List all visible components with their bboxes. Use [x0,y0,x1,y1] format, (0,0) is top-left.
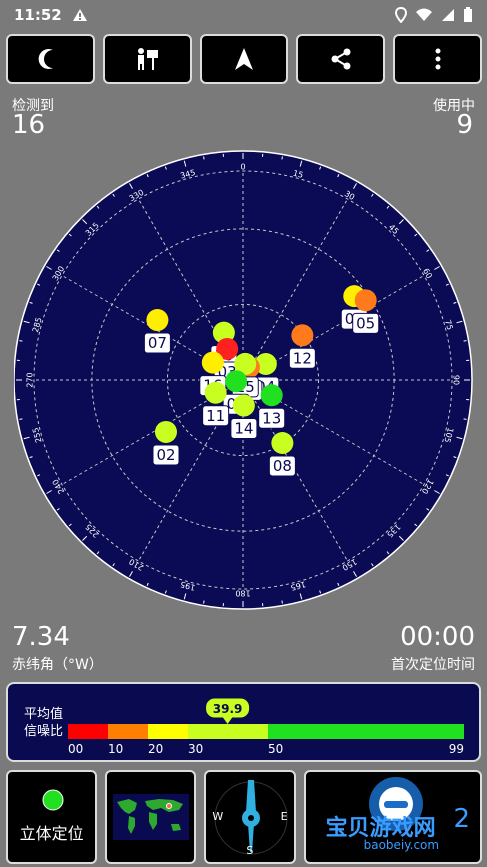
navigate-button[interactable] [199,34,289,84]
compass-west-label: W [212,810,224,823]
detected-value: 16 [12,110,46,140]
satellite-label: 07 [148,334,167,352]
used-value: 9 [456,110,473,140]
azimuth-label: 180 [235,589,250,598]
world-map-button[interactable] [105,770,197,864]
status-time: 11:52 [14,6,62,24]
azimuth-label: 270 [26,372,35,387]
satellite-dot [271,432,294,455]
azimuth-tick [281,156,283,160]
satellite-dot [260,384,283,407]
declination-value: 7.34 [12,622,70,652]
fix-status-icon [42,789,64,811]
person-sign-icon [138,48,159,70]
watermark-number: 2 [453,804,471,834]
snr-tick-label: 20 [148,742,163,756]
location-icon [395,7,407,23]
compass-button[interactable]: W E S [204,770,296,864]
satellite-label: 14 [234,420,253,438]
satellite-label: 13 [262,409,281,427]
azimuth-tick [19,340,23,342]
azimuth-label: 0 [240,163,245,172]
snr-tick-label: 30 [188,742,203,756]
snr-tick-label: 00 [68,742,83,756]
satellite-label: 02 [156,446,175,464]
wifi-icon [416,8,432,21]
night-mode-button[interactable] [6,34,95,84]
snr-tick-label: 10 [108,742,123,756]
share-icon [331,48,351,70]
snr-segment [188,724,268,739]
bottom-bar: 立体定位 W E S 宝贝游戏网 baobeiy.com 2 [6,770,483,864]
satellite-dot [232,394,255,417]
satellite-dot [291,324,314,347]
moon-icon [39,49,54,69]
satellite-dot [201,351,224,374]
azimuth-tick [281,600,283,604]
share-button[interactable] [296,34,386,84]
stereo-positioning-button[interactable]: 立体定位 [6,770,98,864]
status-bar: 11:52 [0,0,487,30]
battery-icon [464,7,472,22]
satellite-label: 11 [206,407,225,425]
snr-segment [108,724,148,739]
satellite-dot [154,420,177,443]
azimuth-tick [19,418,23,420]
snr-bar: 00 10 20 30 50 99 39.9 [68,697,464,756]
satellite-dot [146,309,169,332]
snr-tick-label: 50 [268,742,283,756]
azimuth-tick [203,156,205,160]
snr-panel: 平均值 信噪比 00 10 20 30 50 99 39.9 [6,682,481,762]
satellite-label: 05 [356,314,375,332]
stereo-positioning-label: 立体定位 [19,824,84,843]
satellite-label: 12 [293,349,312,367]
navigation-arrow-icon [234,48,253,70]
more-menu-button[interactable] [393,34,482,84]
satellite-label: 08 [273,457,292,475]
compass-east-label: E [280,810,288,823]
world-map-icon [113,794,190,840]
more-vertical-icon [435,48,441,70]
ttff-label: 首次定位时间 [391,657,475,673]
satellite-dot [354,289,377,312]
snr-segment [148,724,188,739]
toolbar [6,34,482,84]
sky-plot[interactable]: 0153045607590105120135150165180195210225… [14,150,474,612]
snr-average-pointer [222,717,233,724]
satellite-dot [225,370,248,393]
guide-button[interactable] [102,34,192,84]
azimuth-label: 90 [452,375,461,385]
azimuth-tick [463,340,467,342]
snr-average-value: 39.9 [213,702,243,716]
warning-icon [72,9,87,21]
watermark-panel: 宝贝游戏网 baobeiy.com 2 [303,770,483,864]
snr-tick-label: 99 [449,742,464,756]
azimuth-tick [203,600,205,604]
snr-segment [68,724,108,739]
watermark-url: baobeiy.com [363,838,440,852]
signal-icon [442,9,454,21]
snr-segment [268,724,464,739]
ttff-value: 00:00 [400,622,475,652]
satellite-dot [204,381,227,404]
declination-label: 赤纬角（°W） [12,657,103,673]
compass-south-label: S [246,844,254,857]
azimuth-tick [463,418,467,420]
